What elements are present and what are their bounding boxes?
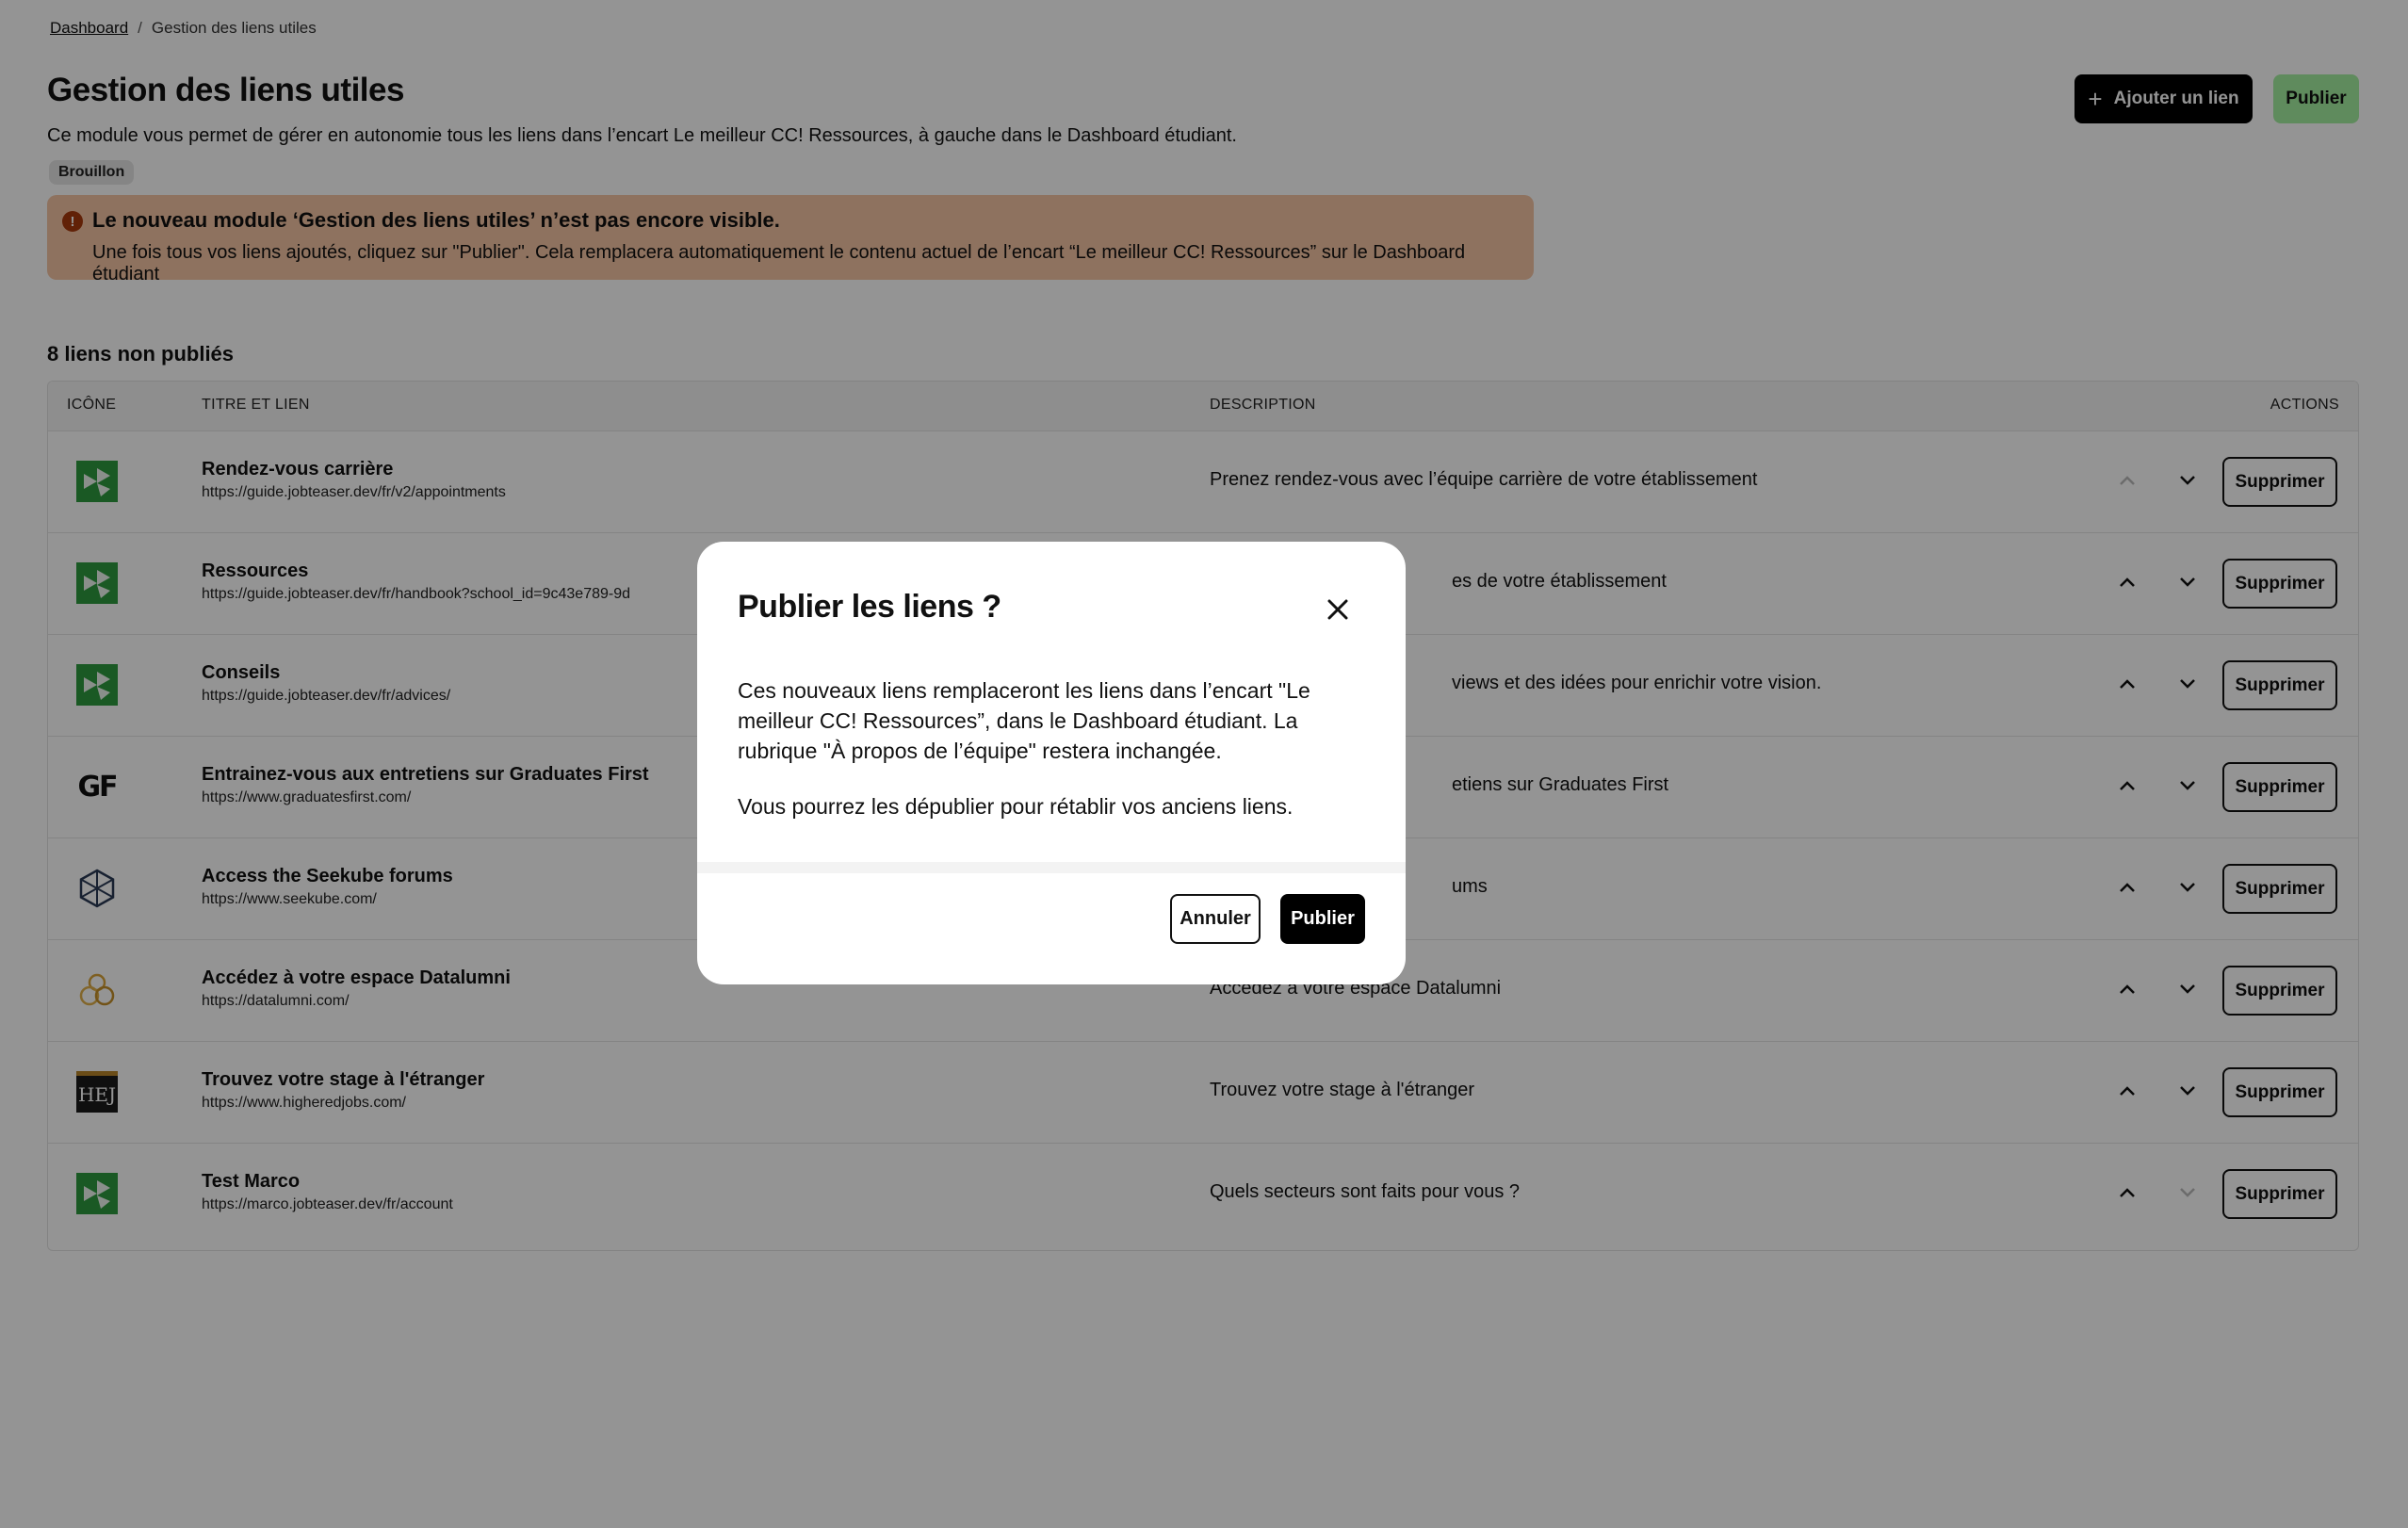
close-icon[interactable] bbox=[1319, 591, 1357, 628]
publish-dialog: Publier les liens ? Ces nouveaux liens r… bbox=[697, 542, 1406, 984]
cancel-button[interactable]: Annuler bbox=[1170, 894, 1261, 944]
confirm-publish-button[interactable]: Publier bbox=[1280, 894, 1365, 944]
dialog-title: Publier les liens ? bbox=[738, 589, 1001, 625]
dialog-text-unpublish: Vous pourrez les dépublier pour rétablir… bbox=[738, 794, 1293, 819]
dialog-divider bbox=[697, 862, 1406, 873]
dialog-text-replace: Ces nouveaux liens remplaceront les lien… bbox=[738, 678, 1310, 763]
